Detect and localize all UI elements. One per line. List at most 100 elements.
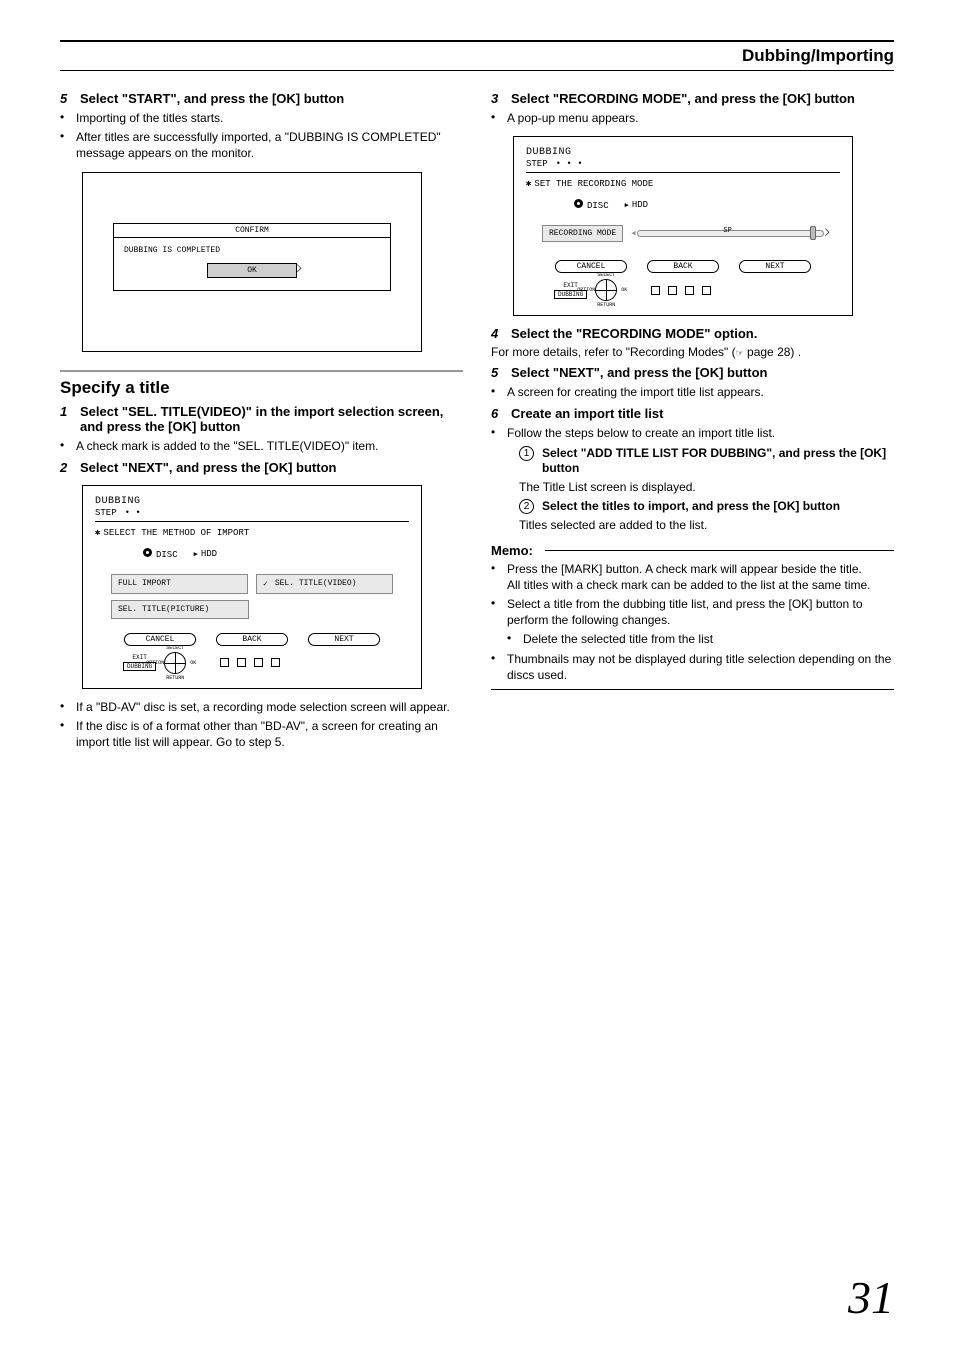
- bullet-dot: •: [491, 384, 501, 398]
- step-5: 5 Select "NEXT", and press the [OK] butt…: [491, 365, 894, 380]
- step-dots: • •: [125, 508, 141, 518]
- step-5: 5 Select "START", and press the [OK] but…: [60, 91, 463, 106]
- next-button[interactable]: NEXT: [739, 260, 811, 273]
- exit-label: EXIT: [563, 282, 577, 289]
- slider-value: SP: [723, 227, 731, 235]
- color-key[interactable]: [237, 658, 246, 667]
- bullet-dot: •: [491, 596, 501, 610]
- section-header: Dubbing/Importing: [60, 40, 894, 71]
- dialog-title: CONFIRM: [114, 224, 390, 238]
- exit-label: EXIT: [132, 654, 146, 661]
- left-column: 5 Select "START", and press the [OK] but…: [60, 85, 463, 753]
- cancel-button[interactable]: CANCEL: [124, 633, 196, 646]
- substep-2-body: Titles selected are added to the list.: [519, 517, 894, 533]
- pointer-icon: ☞: [736, 348, 744, 358]
- step-6: 6 Create an import title list: [491, 406, 894, 421]
- media-row: DISC HDD: [574, 199, 840, 211]
- bullet: • A pop-up menu appears.: [491, 110, 894, 126]
- bullet: • A screen for creating the import title…: [491, 384, 894, 400]
- dpad[interactable]: SELECT OK RETURN OPTION: [164, 652, 186, 674]
- screen-title: DUBBING: [526, 147, 840, 158]
- screen-subhead: SET THE RECORDING MODE: [526, 179, 840, 189]
- screen-title: DUBBING: [95, 496, 409, 507]
- bullet: • If a "BD-AV" disc is set, a recording …: [60, 699, 463, 715]
- confirm-screen: CONFIRM DUBBING IS COMPLETED OK: [82, 172, 422, 352]
- step-num: 1: [60, 404, 74, 419]
- color-key[interactable]: [220, 658, 229, 667]
- step-num: 2: [60, 460, 74, 475]
- step-num: 6: [491, 406, 505, 421]
- memo-heading: Memo:: [491, 543, 894, 558]
- bullet-dot: •: [60, 699, 70, 713]
- back-button[interactable]: BACK: [216, 633, 288, 646]
- bullet: • If the disc is of a format other than …: [60, 718, 463, 750]
- substep-1-body: The Title List screen is displayed.: [519, 479, 894, 495]
- color-key[interactable]: [271, 658, 280, 667]
- color-key[interactable]: [685, 286, 694, 295]
- memo-bullet: • Press the [MARK] button. A check mark …: [491, 561, 894, 593]
- sel-title-picture-option[interactable]: SEL. TITLE(PICTURE): [111, 600, 249, 619]
- bullet-dot: •: [491, 651, 501, 665]
- step-dots: • • •: [556, 159, 583, 169]
- step-text: Select "RECORDING MODE", and press the […: [511, 91, 894, 106]
- ok-button[interactable]: OK: [207, 263, 297, 278]
- dubbing-step3-screen: DUBBING STEP • • • SET THE RECORDING MOD…: [513, 136, 853, 316]
- bullet: • After titles are successfully imported…: [60, 129, 463, 161]
- dubbing-step2-screen: DUBBING STEP • • SELECT THE METHOD OF IM…: [82, 485, 422, 689]
- next-button[interactable]: NEXT: [308, 633, 380, 646]
- step-text: Select "SEL. TITLE(VIDEO)" in the import…: [80, 404, 463, 434]
- dialog-message: DUBBING IS COMPLETED: [124, 246, 380, 255]
- section-title: Dubbing/Importing: [742, 46, 894, 65]
- slider-handle[interactable]: [810, 226, 816, 240]
- right-column: 3 Select "RECORDING MODE", and press the…: [491, 85, 894, 753]
- step-num: 3: [491, 91, 505, 106]
- bullet-dot: •: [60, 718, 70, 732]
- check-icon: [263, 579, 271, 589]
- step-4: 4 Select the "RECORDING MODE" option.: [491, 326, 894, 341]
- empty-slot: [257, 600, 393, 619]
- substep-2: 2 Select the titles to import, and press…: [519, 499, 894, 515]
- bullet-dot: •: [60, 438, 70, 452]
- color-key[interactable]: [668, 286, 677, 295]
- bullet-dot: •: [491, 425, 501, 439]
- back-button[interactable]: BACK: [647, 260, 719, 273]
- recording-mode-slider[interactable]: SP: [631, 228, 824, 240]
- circled-1: 1: [519, 446, 534, 461]
- bullet: • Follow the steps below to create an im…: [491, 425, 894, 441]
- memo-end-rule: [491, 689, 894, 690]
- bullet: • A check mark is added to the "SEL. TIT…: [60, 438, 463, 454]
- media-row: DISC HDD: [143, 548, 409, 560]
- bullet-dot: •: [491, 110, 501, 124]
- cancel-button[interactable]: CANCEL: [555, 260, 627, 273]
- step-num: 5: [60, 91, 74, 106]
- specify-title-heading: Specify a title: [60, 370, 463, 398]
- full-import-option[interactable]: FULL IMPORT: [111, 574, 248, 594]
- bullet-dot: •: [60, 129, 70, 143]
- bullet-dot: •: [491, 561, 501, 575]
- screen-subhead: SELECT THE METHOD OF IMPORT: [95, 528, 409, 538]
- step-3: 3 Select "RECORDING MODE", and press the…: [491, 91, 894, 106]
- arrow-icon: HDD: [194, 549, 217, 559]
- sel-title-video-option[interactable]: SEL. TITLE(VIDEO): [256, 574, 393, 594]
- bullet-dot: •: [507, 631, 517, 645]
- bullet: • Importing of the titles starts.: [60, 110, 463, 126]
- color-key[interactable]: [702, 286, 711, 295]
- dpad[interactable]: SELECT OK RETURN OPTION: [595, 279, 617, 301]
- step-label: STEP: [95, 508, 117, 518]
- arrow-icon: HDD: [625, 200, 648, 210]
- step-1: 1 Select "SEL. TITLE(VIDEO)" in the impo…: [60, 404, 463, 434]
- circled-2: 2: [519, 499, 534, 514]
- cross-ref: For more details, refer to "Recording Mo…: [491, 345, 894, 359]
- color-key[interactable]: [254, 658, 263, 667]
- disc-icon: [574, 199, 583, 208]
- page-number: 31: [848, 1271, 894, 1324]
- recording-mode-label: RECORDING MODE: [542, 225, 623, 242]
- disc-icon: [143, 548, 152, 557]
- color-key[interactable]: [651, 286, 660, 295]
- step-text: Select the "RECORDING MODE" option.: [511, 326, 894, 341]
- step-text: Create an import title list: [511, 406, 894, 421]
- substep-1: 1 Select "ADD TITLE LIST FOR DUBBING", a…: [519, 446, 894, 477]
- step-label: STEP: [526, 159, 548, 169]
- step-text: Select "NEXT", and press the [OK] button: [80, 460, 463, 475]
- memo-bullet: • Select a title from the dubbing title …: [491, 596, 894, 628]
